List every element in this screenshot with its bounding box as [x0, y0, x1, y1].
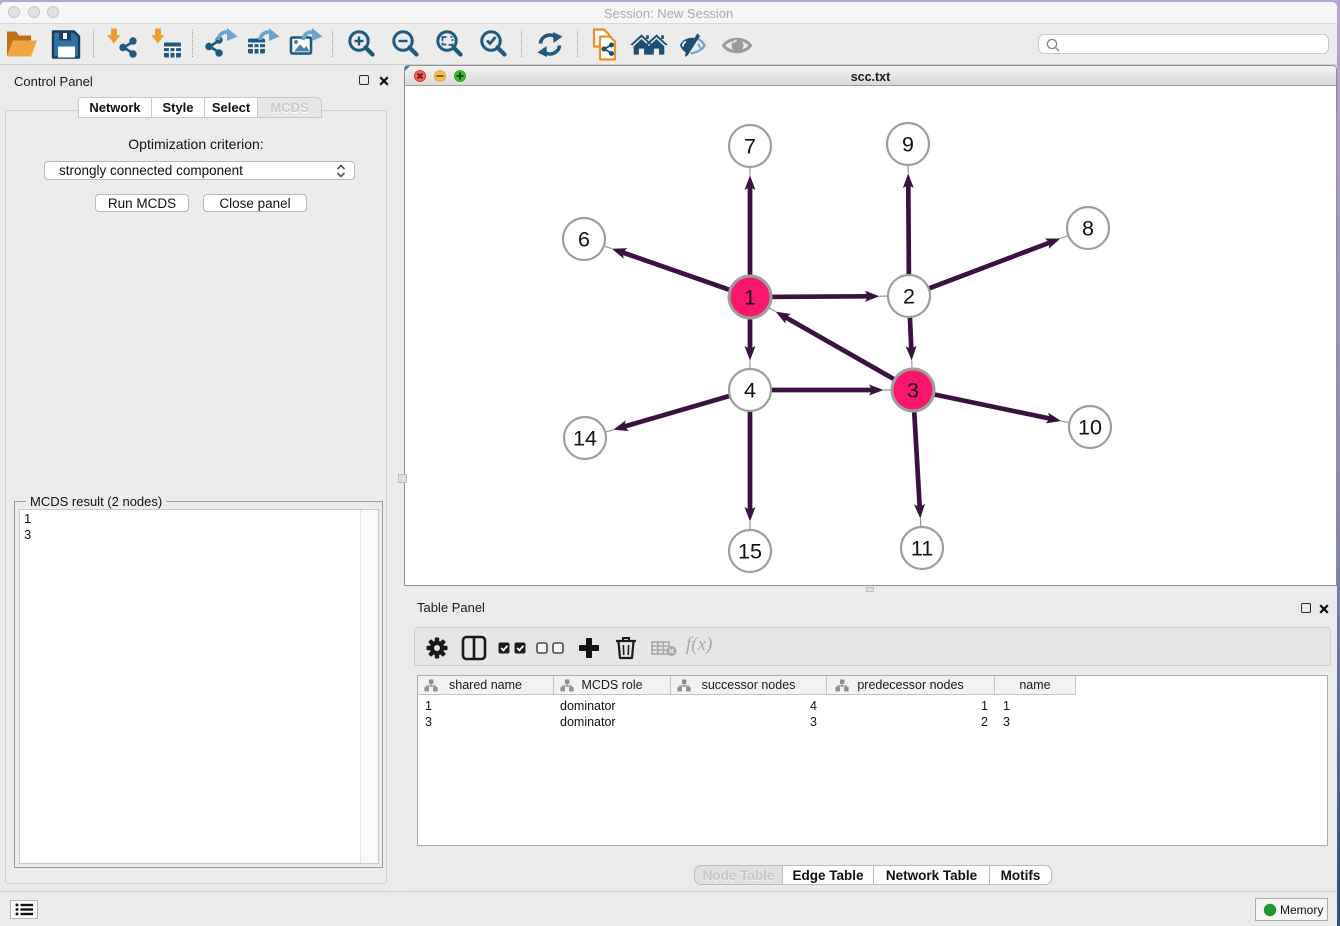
- svg-text:1: 1: [744, 286, 756, 310]
- svg-text:6: 6: [578, 228, 590, 252]
- svg-text:3: 3: [907, 379, 919, 403]
- svg-text:10: 10: [1078, 416, 1102, 440]
- svg-text:15: 15: [738, 540, 762, 564]
- svg-text:9: 9: [902, 133, 914, 157]
- svg-text:2: 2: [903, 285, 915, 309]
- svg-text:11: 11: [911, 537, 933, 561]
- svg-text:7: 7: [744, 135, 756, 159]
- svg-text:4: 4: [744, 379, 756, 403]
- svg-text:8: 8: [1082, 217, 1094, 241]
- svg-text:14: 14: [573, 427, 597, 451]
